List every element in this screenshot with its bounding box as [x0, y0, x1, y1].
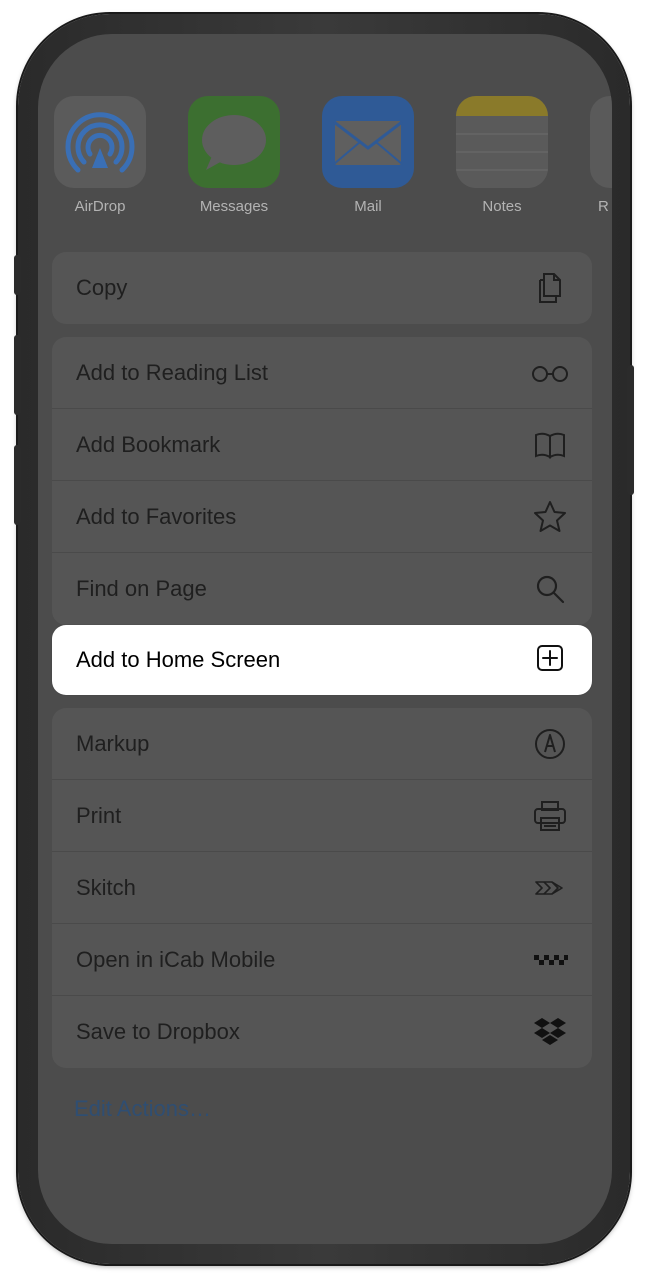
volume-down-button [14, 445, 21, 525]
power-button [627, 365, 634, 495]
airdrop-icon [54, 96, 146, 188]
volume-up-button [14, 335, 21, 415]
share-app-airdrop[interactable]: AirDrop [54, 96, 146, 215]
app-icon [590, 96, 612, 188]
search-icon [530, 569, 570, 609]
share-sheet-screen: AirDrop Messages Mail Notes R Copy Add t… [38, 34, 612, 1244]
action-group-extensions: Markup Print Skitch Open in iCab Mobile … [52, 708, 592, 1068]
action-label: Open in iCab Mobile [76, 946, 276, 972]
action-label: Add to Favorites [76, 503, 237, 529]
action-label: Skitch [76, 874, 136, 900]
markup-icon [530, 724, 570, 764]
notes-icon [456, 96, 548, 188]
action-open-icab[interactable]: Open in iCab Mobile [52, 924, 592, 996]
book-icon [530, 425, 570, 465]
share-app-label: Notes [482, 198, 522, 215]
share-app-messages[interactable]: Messages [188, 96, 280, 215]
share-app-mail[interactable]: Mail [322, 96, 414, 215]
printer-icon [530, 796, 570, 836]
dropbox-icon [530, 1012, 570, 1052]
action-label: Print [76, 802, 122, 828]
edit-actions-link[interactable]: Edit Actions… [74, 1096, 211, 1122]
mail-icon [322, 96, 414, 188]
share-app-label: Mail [354, 198, 382, 215]
share-app-label: AirDrop [74, 198, 126, 215]
action-skitch[interactable]: Skitch [52, 852, 592, 924]
action-add-bookmark[interactable]: Add Bookmark [52, 409, 592, 481]
action-save-dropbox[interactable]: Save to Dropbox [52, 996, 592, 1068]
share-app-label: R [598, 198, 609, 215]
action-label: Copy [76, 275, 128, 300]
action-add-to-home-screen[interactable]: Add to Home Screen [52, 625, 592, 695]
action-label: Add Bookmark [76, 431, 221, 457]
glasses-icon [530, 353, 570, 393]
action-group-copy: Copy [52, 252, 592, 324]
action-add-favorites[interactable]: Add to Favorites [52, 481, 592, 553]
star-icon [530, 497, 570, 537]
action-find-on-page[interactable]: Find on Page [52, 553, 592, 625]
action-label: Add to Reading List [76, 359, 269, 385]
mute-switch [14, 255, 21, 295]
share-app-label: Messages [199, 198, 269, 215]
share-app-partial[interactable]: R [590, 96, 612, 215]
action-label: Add to Home Screen [76, 647, 281, 672]
action-print[interactable]: Print [52, 780, 592, 852]
messages-icon [188, 96, 280, 188]
share-app-row: AirDrop Messages Mail Notes R [38, 96, 612, 226]
skitch-icon [530, 868, 570, 908]
action-label: Find on Page [76, 576, 207, 601]
add-square-icon [530, 638, 570, 683]
action-group-browser: Add to Reading List Add Bookmark Add to … [52, 337, 592, 625]
action-markup[interactable]: Markup [52, 708, 592, 780]
icab-icon [530, 940, 570, 980]
action-label: Save to Dropbox [76, 1019, 240, 1044]
copy-icon [530, 268, 570, 308]
action-copy[interactable]: Copy [52, 252, 592, 324]
action-label: Markup [76, 730, 150, 756]
action-add-reading-list[interactable]: Add to Reading List [52, 337, 592, 409]
share-app-notes[interactable]: Notes [456, 96, 548, 215]
